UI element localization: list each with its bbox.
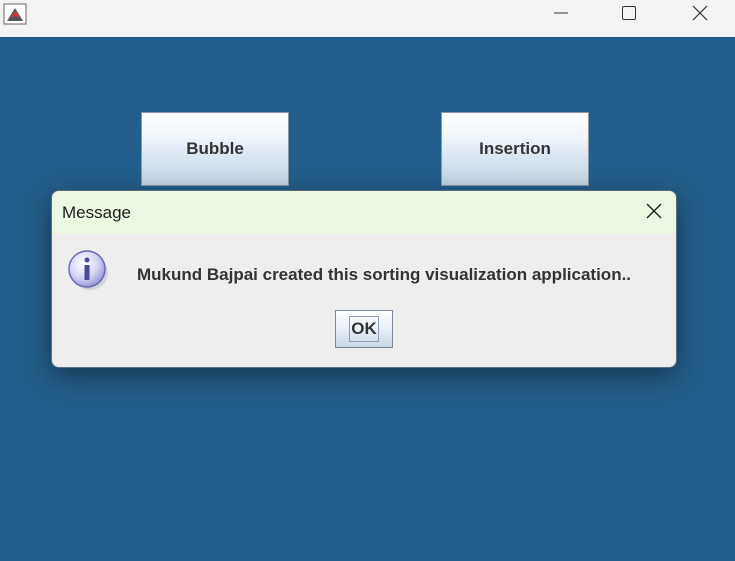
bubble-sort-label: Bubble [186,139,244,158]
minimize-icon [553,5,569,26]
dialog-close-button[interactable] [642,201,666,225]
minimize-button[interactable] [526,0,596,30]
insertion-sort-label: Insertion [479,139,551,158]
dialog-title: Message [62,203,131,222]
maximize-button[interactable] [594,0,664,30]
window-titlebar[interactable] [0,0,735,37]
bubble-sort-button[interactable]: Bubble [141,112,289,186]
insertion-sort-button[interactable]: Insertion [441,112,589,186]
close-icon [645,202,663,225]
dialog-titlebar[interactable]: Message [52,191,676,234]
app-window: Bubble Insertion Message Mukund Bajpai c… [0,0,735,561]
close-icon [692,5,708,26]
java-app-icon [3,3,27,25]
message-dialog: Message Mukund Bajpai created this sorti… [51,190,677,368]
maximize-icon [621,5,637,26]
info-icon [67,249,109,291]
window-close-button[interactable] [665,0,735,30]
ok-button-label: OK [349,316,379,342]
dialog-message: Mukund Bajpai created this sorting visua… [137,265,632,284]
ok-button[interactable]: OK [335,310,393,348]
